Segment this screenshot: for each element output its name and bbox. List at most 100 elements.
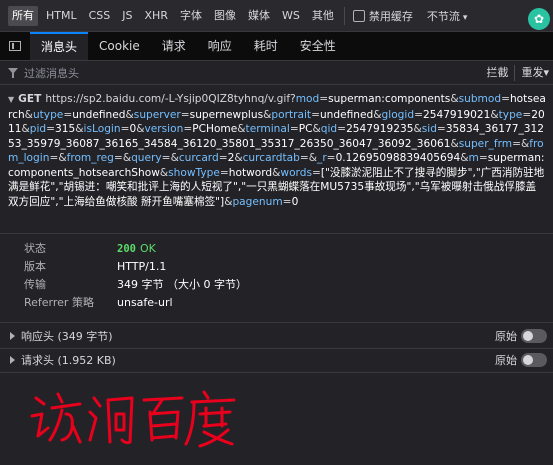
param-equals: = [180,108,190,121]
param-value: superman:components [328,93,451,105]
param-separator: & [490,108,499,121]
param-key: glogid [381,108,415,121]
param-separator: & [125,108,134,121]
param-separator: & [520,137,530,150]
param-key: super_frm [458,137,513,150]
tab-request[interactable]: 请求 [151,32,197,60]
param-key: superver [133,108,181,121]
block-button[interactable]: 拦截 [482,64,512,82]
param-equals: = [501,93,510,105]
filter-js[interactable]: JS [118,6,136,26]
param-key: qid [320,123,338,135]
request-type-filter-bar: 所有 HTML CSS JS XHR 字体 图像 媒体 WS 其他 禁用缓存 不… [0,0,553,32]
filter-all[interactable]: 所有 [8,5,38,26]
filter-media[interactable]: 媒体 [244,6,274,26]
param-value: 0.12695098839405694 [335,152,461,164]
response-headers-title: 响应头 (349 字节) [21,330,113,343]
raw-label: 原始 [495,330,517,343]
param-equals: = [289,123,299,135]
tab-timings[interactable]: 耗时 [243,32,289,60]
raw-label: 原始 [495,354,517,367]
status-code: 200 [117,243,136,255]
expand-arrow-icon [10,332,15,340]
param-value: undefined [72,108,126,121]
request-headers-title: 请求头 (1.952 KB) [21,354,116,367]
filter-images[interactable]: 图像 [210,6,240,26]
request-method: GET [18,93,42,105]
throttling-select[interactable]: 不节流 ▾ [427,8,468,24]
param-separator: & [75,123,84,135]
param-equals: = [436,123,446,135]
chevron-down-icon: ▾ [462,12,468,23]
param-value: supernewplus [189,108,264,121]
transfer-label: 传输 [24,278,46,291]
tab-headers[interactable]: 消息头 [30,32,89,60]
expand-toggle-icon[interactable]: ▼ [8,95,14,104]
divider [0,372,553,373]
param-key: pid [29,123,47,135]
filter-other[interactable]: 其他 [308,6,338,26]
param-separator: & [450,93,459,105]
filter-xhr[interactable]: XHR [141,6,172,26]
version-label: 版本 [24,260,46,273]
param-key: from_reg [66,152,114,164]
param-separator: & [159,166,169,179]
param-key: showType [168,166,220,179]
param-separator: & [136,123,145,135]
tools-icon[interactable]: ✿ [528,8,550,30]
param-key: words [280,166,312,179]
param-value: hotword [228,166,273,179]
tab-response[interactable]: 响应 [197,32,243,60]
param-equals: = [478,152,488,164]
tab-cookies[interactable]: Cookie [88,32,151,60]
filter-headers-input[interactable]: 过滤消息头 [24,65,482,81]
divider [0,322,553,323]
param-key: utype [32,108,64,121]
param-separator: & [234,152,243,164]
toggle-sidebar-button[interactable] [0,32,30,60]
param-key: pagenum [232,195,283,208]
toolbar-divider [343,6,345,25]
raw-headers-toggle[interactable] [521,353,547,367]
request-base-url: https://sp2.baidu.com/-L-Ysjip0QIZ8tyhnq… [45,93,296,105]
filter-css[interactable]: CSS [85,6,115,26]
request-url-summary[interactable]: ▼ GET https://sp2.baidu.com/-L-Ysjip0QIZ8t… [0,92,553,209]
param-key: _r [317,152,327,164]
param-key: terminal [245,123,290,135]
param-separator: & [237,123,246,135]
toolbar-divider [514,64,516,81]
param-separator: & [413,123,422,135]
filter-fonts[interactable]: 字体 [176,6,206,26]
request-headers-section[interactable]: 请求头 (1.952 KB) 原始 [0,348,553,372]
transfer-value: 349 字节 （大小 0 字节） [117,278,247,291]
details-tab-bar: 消息头 Cookie 请求 响应 耗时 安全性 [0,32,553,61]
param-key: version [144,123,184,135]
param-equals: = [326,152,336,164]
response-headers-section[interactable]: 响应头 (349 字节) 原始 [0,324,553,348]
param-separator: & [24,108,33,121]
disable-cache-checkbox[interactable]: 禁用缓存 [352,8,413,24]
checkbox-icon[interactable] [352,9,365,22]
param-value: 315 [55,123,76,135]
param-equals: = [282,195,292,208]
param-key: portrait [271,108,312,121]
param-key: sid [421,123,437,135]
filter-html[interactable]: HTML [42,6,81,26]
param-equals: = [219,166,229,179]
filter-ws[interactable]: WS [278,6,304,26]
param-key: type [498,108,523,121]
resend-label: 重发 [521,65,544,79]
referrer-policy-value: unsafe-url [117,296,173,309]
expand-arrow-icon [10,356,15,364]
status-row: 状态 200 OK [24,240,247,258]
tab-security[interactable]: 安全性 [289,32,347,60]
response-summary: 状态 200 OK 版本 HTTP/1.1 传输 349 字节 （大小 0 字节）… [24,240,247,312]
param-equals: = [414,108,423,121]
param-equals: = [113,152,123,164]
param-equals: = [63,108,73,121]
disable-cache-label: 禁用缓存 [368,9,413,23]
param-key: isLogin [83,123,121,135]
resend-button[interactable]: 重发▾ [517,64,553,82]
raw-headers-toggle[interactable] [521,329,547,343]
param-value: PCHome [192,123,238,135]
